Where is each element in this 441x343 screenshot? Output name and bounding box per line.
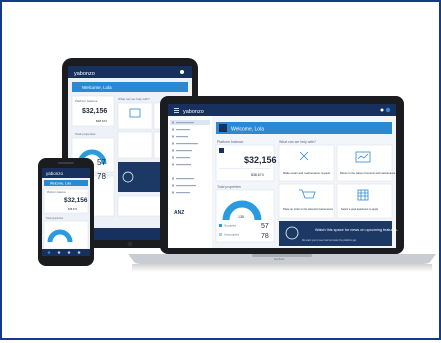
image-frame: yabonzo Welcome, Lola Platform balance $… [0, 0, 441, 340]
tablet-welcome: Welcome, Lola [82, 85, 112, 90]
tile-repair[interactable] [278, 144, 335, 182]
svg-text:$38,674: $38,674 [68, 208, 78, 211]
svg-text:Platform balance: Platform balance [217, 140, 243, 144]
tile-order[interactable] [278, 183, 335, 219]
svg-text:We want you to see how the bet: We want you to see how the better the pl… [302, 239, 357, 242]
svg-text:Total properties: Total properties [217, 185, 241, 189]
phone-brand: yabonzo [46, 171, 64, 176]
svg-text:$38,674: $38,674 [96, 119, 107, 123]
svg-text:Return to the status of tenant: Return to the status of tenants and main… [340, 171, 396, 175]
unoccupied-count: 78 [261, 233, 269, 240]
tablet-balance: $32,156 [82, 108, 107, 115]
svg-text:Platform balance: Platform balance [75, 99, 98, 103]
svg-text:Place an order to the selected: Place an order to the selected maintenan… [283, 207, 334, 211]
promo-title: Watch this space for news on upcoming fe… [315, 228, 398, 232]
notification-icon [380, 108, 384, 112]
tile-apply[interactable] [336, 183, 393, 219]
promo-banner [279, 221, 392, 246]
phone-balance: $32,156 [64, 197, 88, 204]
svg-text:What can we help with?: What can we help with? [118, 97, 150, 101]
laptop-device: yabonzo ANZ Welcome, Lola Platform balan… [160, 96, 404, 254]
tile-status[interactable] [336, 144, 393, 182]
device-mockup-illustration: yabonzo Welcome, Lola Platform balance $… [38, 58, 436, 272]
svg-text:Occupied: Occupied [224, 224, 236, 228]
occupied-count: 57 [261, 223, 269, 230]
tablet-brand: yabonzo [74, 71, 95, 77]
svg-text:78: 78 [97, 172, 106, 181]
phone-welcome: Welcome, Lola [50, 182, 71, 186]
svg-text:Total properties: Total properties [75, 132, 96, 136]
svg-text:Make repair and maintenance re: Make repair and maintenance request [283, 171, 330, 175]
svg-text:57: 57 [97, 158, 106, 167]
laptop-brand: yabonzo [183, 109, 204, 115]
svg-text:Unoccupied: Unoccupied [224, 233, 239, 237]
phone-device: yabonzo Welcome, Lola Platform balance $… [38, 158, 94, 266]
svg-text:What can we help with?: What can we help with? [279, 140, 316, 144]
laptop-balance: $32,156 [244, 155, 277, 165]
svg-text:Platform balance: Platform balance [47, 191, 66, 194]
svg-text:$38,674: $38,674 [251, 173, 264, 177]
partner-logo: ANZ [174, 210, 184, 216]
svg-text:135: 135 [238, 215, 244, 219]
svg-text:Select a pool apartment to app: Select a pool apartment to apply [341, 207, 379, 211]
svg-text:MacBook: MacBook [274, 258, 285, 261]
laptop-welcome: Welcome, Lola [231, 127, 264, 133]
avatar [385, 107, 391, 113]
svg-text:Total properties: Total properties [46, 217, 64, 220]
